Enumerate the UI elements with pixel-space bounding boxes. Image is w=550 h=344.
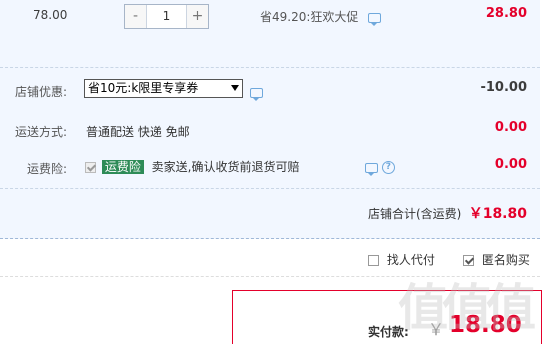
pay-for-me-option[interactable]: 找人代付 xyxy=(368,251,435,268)
divider xyxy=(0,188,540,189)
chat-icon[interactable] xyxy=(368,12,382,26)
quantity-input[interactable]: 1 xyxy=(147,5,186,28)
order-panel xyxy=(0,0,540,239)
shop-discount-value: -10.00 xyxy=(480,80,527,95)
insurance-icons: ? xyxy=(365,160,395,176)
anonymous-option[interactable]: 匿名购买 xyxy=(463,251,530,268)
quantity-stepper[interactable]: - 1 + xyxy=(124,4,209,29)
shop-discount-label: 店铺优惠: xyxy=(15,85,68,99)
pay-for-me-label: 找人代付 xyxy=(386,253,435,267)
insurance-label: 运费险: xyxy=(27,162,68,176)
watermark-logo: 值值值 xyxy=(398,279,536,337)
decrease-button[interactable]: - xyxy=(125,5,147,28)
divider xyxy=(0,67,540,68)
insurance-description: 卖家送,确认收货前退货可赔 xyxy=(151,160,300,174)
help-icon[interactable]: ? xyxy=(381,161,395,174)
insurance-tag: 运费险 xyxy=(101,160,144,174)
insurance-row: 运费险 卖家送,确认收货前退货可赔 xyxy=(85,158,300,175)
panel-border xyxy=(0,238,540,239)
coupon-selected-value: 省10元:k限里专享券 xyxy=(88,81,199,95)
anonymous-label: 匿名购买 xyxy=(481,253,530,267)
dropdown-arrow-icon xyxy=(231,85,239,91)
anonymous-checkbox[interactable] xyxy=(463,255,474,266)
shipping-label: 运送方式: xyxy=(15,125,68,139)
shipping-method: 普通配送 快递 免邮 xyxy=(86,125,190,139)
item-total: 28.80 xyxy=(485,6,527,21)
shop-total-label: 店铺合计(含运费) xyxy=(368,207,462,221)
coupon-select[interactable]: 省10元:k限里专享券 xyxy=(84,79,243,98)
promo-info: 省49.20:狂欢大促 xyxy=(260,8,382,26)
unit-price: 78.00 xyxy=(33,8,68,22)
shipping-value: 0.00 xyxy=(494,120,527,135)
chat-icon[interactable] xyxy=(250,87,263,101)
chat-icon[interactable] xyxy=(365,162,378,176)
insurance-checkbox[interactable] xyxy=(85,162,96,173)
increase-button[interactable]: + xyxy=(186,5,208,28)
pay-for-me-checkbox[interactable] xyxy=(368,255,379,266)
shop-total-value: ￥18.80 xyxy=(468,206,527,222)
promo-text: 省49.20:狂欢大促 xyxy=(260,10,359,24)
insurance-value: 0.00 xyxy=(494,157,527,172)
